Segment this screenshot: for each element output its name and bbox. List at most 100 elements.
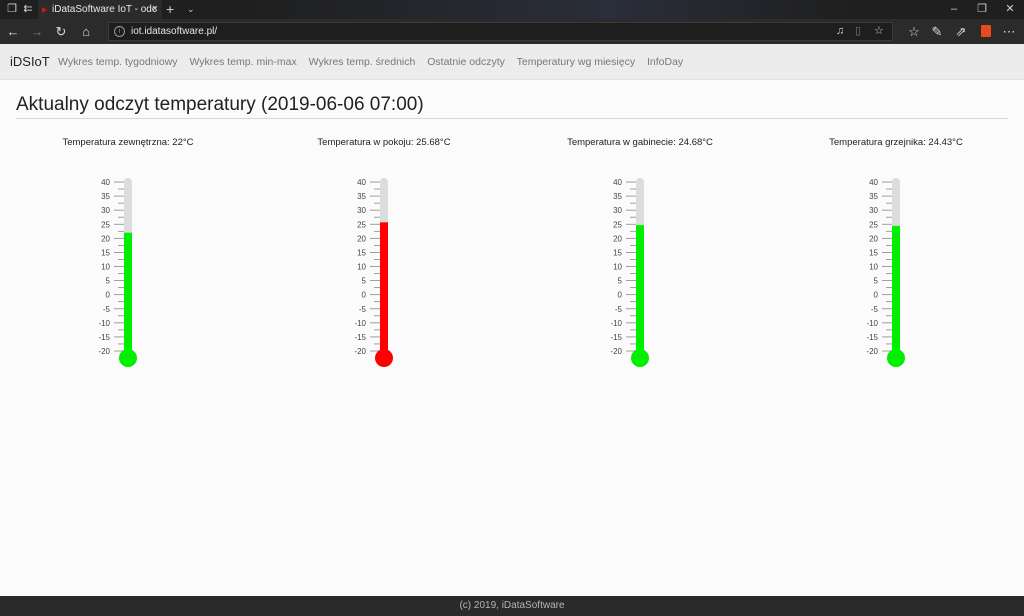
thermometer-mercury xyxy=(892,225,900,358)
browser-title-bar: ❐ ⇇ iDataSoftware IoT - odc × + ⌄ – ❐ ✕ xyxy=(0,0,1024,19)
tick-label: 25 xyxy=(869,220,878,229)
tick-label: -20 xyxy=(354,347,366,356)
tick-label: 40 xyxy=(101,178,110,187)
tick-label: 30 xyxy=(613,206,622,215)
nav-min-max-chart[interactable]: Wykres temp. min-max xyxy=(189,56,296,68)
thermometer-mercury xyxy=(124,232,132,358)
tick-label: 5 xyxy=(874,277,879,286)
tick-label: 10 xyxy=(357,263,366,272)
site-info-icon[interactable]: i xyxy=(114,26,125,37)
tick-label: 20 xyxy=(357,234,366,243)
tick-label: 35 xyxy=(357,192,366,201)
tick-label: 0 xyxy=(362,291,367,300)
address-toolbar: ← → ↻ ⌂ i iot.idatasoftware.pl/ ♫ ▯ ☆ ☆ … xyxy=(0,19,1024,44)
tick-label: 10 xyxy=(613,263,622,272)
tick-label: 15 xyxy=(869,248,878,257)
close-window-icon[interactable]: ✕ xyxy=(998,0,1022,19)
tick-label: 5 xyxy=(106,277,111,286)
read-aloud-icon[interactable]: ♫ xyxy=(836,23,844,40)
refresh-icon[interactable]: ↻ xyxy=(50,19,72,44)
minimize-icon[interactable]: – xyxy=(942,0,966,19)
tick-label: -15 xyxy=(98,333,110,342)
tick-label: -5 xyxy=(615,305,623,314)
tick-label: -5 xyxy=(871,305,879,314)
tick-label: -10 xyxy=(610,319,622,328)
more-menu-icon[interactable]: ⋯ xyxy=(998,19,1020,44)
thermometer-bulb xyxy=(887,349,905,367)
restore-icon[interactable]: ❐ xyxy=(970,0,994,19)
browser-tab[interactable]: iDataSoftware IoT - odc × xyxy=(38,0,162,19)
tick-label: 30 xyxy=(101,206,110,215)
reading-view-icon[interactable]: ▯ xyxy=(855,23,861,40)
tick-label: -5 xyxy=(103,305,111,314)
tick-label: 20 xyxy=(101,234,110,243)
close-tab-icon[interactable]: × xyxy=(152,0,158,19)
tick-label: 35 xyxy=(613,192,622,201)
thermometer-mercury xyxy=(636,225,644,358)
nav-links: Wykres temp. tygodniowy Wykres temp. min… xyxy=(58,44,692,80)
tick-label: 15 xyxy=(101,248,110,257)
tick-label: 10 xyxy=(869,263,878,272)
tick-label: -20 xyxy=(866,347,878,356)
youtube-favicon-icon xyxy=(42,7,47,13)
page-title: Aktualny odczyt temperatury (2019-06-06 … xyxy=(16,93,1008,119)
url-text[interactable]: iot.idatasoftware.pl/ xyxy=(131,23,217,40)
set-aside-tabs-icon[interactable]: ⇇ xyxy=(16,0,40,19)
tick-label: 40 xyxy=(613,178,622,187)
thermometer-radiator: Temperatura grzejnika: 24.43°C 40 35 30 25 2… xyxy=(766,128,1024,388)
tick-label: 0 xyxy=(106,291,111,300)
tick-label: -15 xyxy=(866,333,878,342)
tick-label: 40 xyxy=(869,178,878,187)
address-bar[interactable]: i iot.idatasoftware.pl/ ♫ ▯ ☆ xyxy=(108,22,893,41)
tick-label: 35 xyxy=(101,192,110,201)
tick-label: 0 xyxy=(618,291,623,300)
favorites-hub-icon[interactable]: ☆ xyxy=(903,19,925,44)
tick-label: -15 xyxy=(354,333,366,342)
tick-label: 30 xyxy=(869,206,878,215)
tick-label: 25 xyxy=(101,220,110,229)
nav-weekly-chart[interactable]: Wykres temp. tygodniowy xyxy=(58,56,178,68)
nav-monthly-temperatures[interactable]: Temperatury wg miesięcy xyxy=(517,56,635,68)
home-icon[interactable]: ⌂ xyxy=(75,19,97,44)
tick-label: 5 xyxy=(618,277,623,286)
tick-label: -15 xyxy=(610,333,622,342)
thermometer-room: Temperatura w pokoju: 25.68°C 40 35 30 25 20… xyxy=(254,128,514,388)
tab-list-chevron-icon[interactable]: ⌄ xyxy=(187,0,195,19)
tick-label: -5 xyxy=(359,305,367,314)
tick-label: 20 xyxy=(869,234,878,243)
nav-infoday[interactable]: InfoDay xyxy=(647,56,683,68)
pen-notes-icon[interactable]: ✎ xyxy=(926,19,948,44)
tick-label: 25 xyxy=(613,220,622,229)
tick-label: 40 xyxy=(357,178,366,187)
tick-label: 15 xyxy=(613,248,622,257)
favorite-star-icon[interactable]: ☆ xyxy=(874,23,884,40)
tick-label: -10 xyxy=(354,319,366,328)
thermometer-mercury xyxy=(380,222,388,358)
nav-average-chart[interactable]: Wykres temp. średnich xyxy=(309,56,416,68)
tick-label: 30 xyxy=(357,206,366,215)
tick-label: -10 xyxy=(866,319,878,328)
page-footer: (c) 2019, iDataSoftware xyxy=(0,596,1024,616)
forward-arrow-icon[interactable]: → xyxy=(26,19,48,44)
thermometer-bulb xyxy=(375,349,393,367)
site-brand[interactable]: iDSIoT xyxy=(10,44,50,80)
tick-label: -20 xyxy=(98,347,110,356)
thermometer-graphic: 40 35 30 25 20 15 10 5 0 -5 -10 -15 -20 xyxy=(866,178,905,367)
thermometer-graphic: 40 35 30 25 20 15 10 5 0 -5 -10 -15 -20 xyxy=(354,178,393,367)
tick-label: 25 xyxy=(357,220,366,229)
thermometer-outdoor: Temperatura zewnętrzna: 22°C 40 35 30 25 20 1… xyxy=(0,128,258,388)
browser-tab-title: iDataSoftware IoT - odc xyxy=(52,4,157,15)
office-extension-icon[interactable] xyxy=(975,19,997,44)
thermometer-bulb xyxy=(119,349,137,367)
thermometer-office: Temperatura w gabinecie: 24.68°C 40 35 30 2… xyxy=(510,128,770,388)
tick-label: -20 xyxy=(610,347,622,356)
share-icon[interactable]: ⇗ xyxy=(950,19,972,44)
back-arrow-icon[interactable]: ← xyxy=(2,19,24,44)
nav-latest-readings[interactable]: Ostatnie odczyty xyxy=(427,56,505,68)
thermometer-graphic: 40 35 30 25 20 15 10 5 0 -5 -10 -15 -20 xyxy=(610,178,649,367)
thermometer-bulb xyxy=(631,349,649,367)
new-tab-button[interactable]: + xyxy=(166,0,174,18)
site-navbar: iDSIoT Wykres temp. tygodniowy Wykres te… xyxy=(0,44,1024,80)
window-drag-area xyxy=(250,0,850,19)
tick-label: -10 xyxy=(98,319,110,328)
